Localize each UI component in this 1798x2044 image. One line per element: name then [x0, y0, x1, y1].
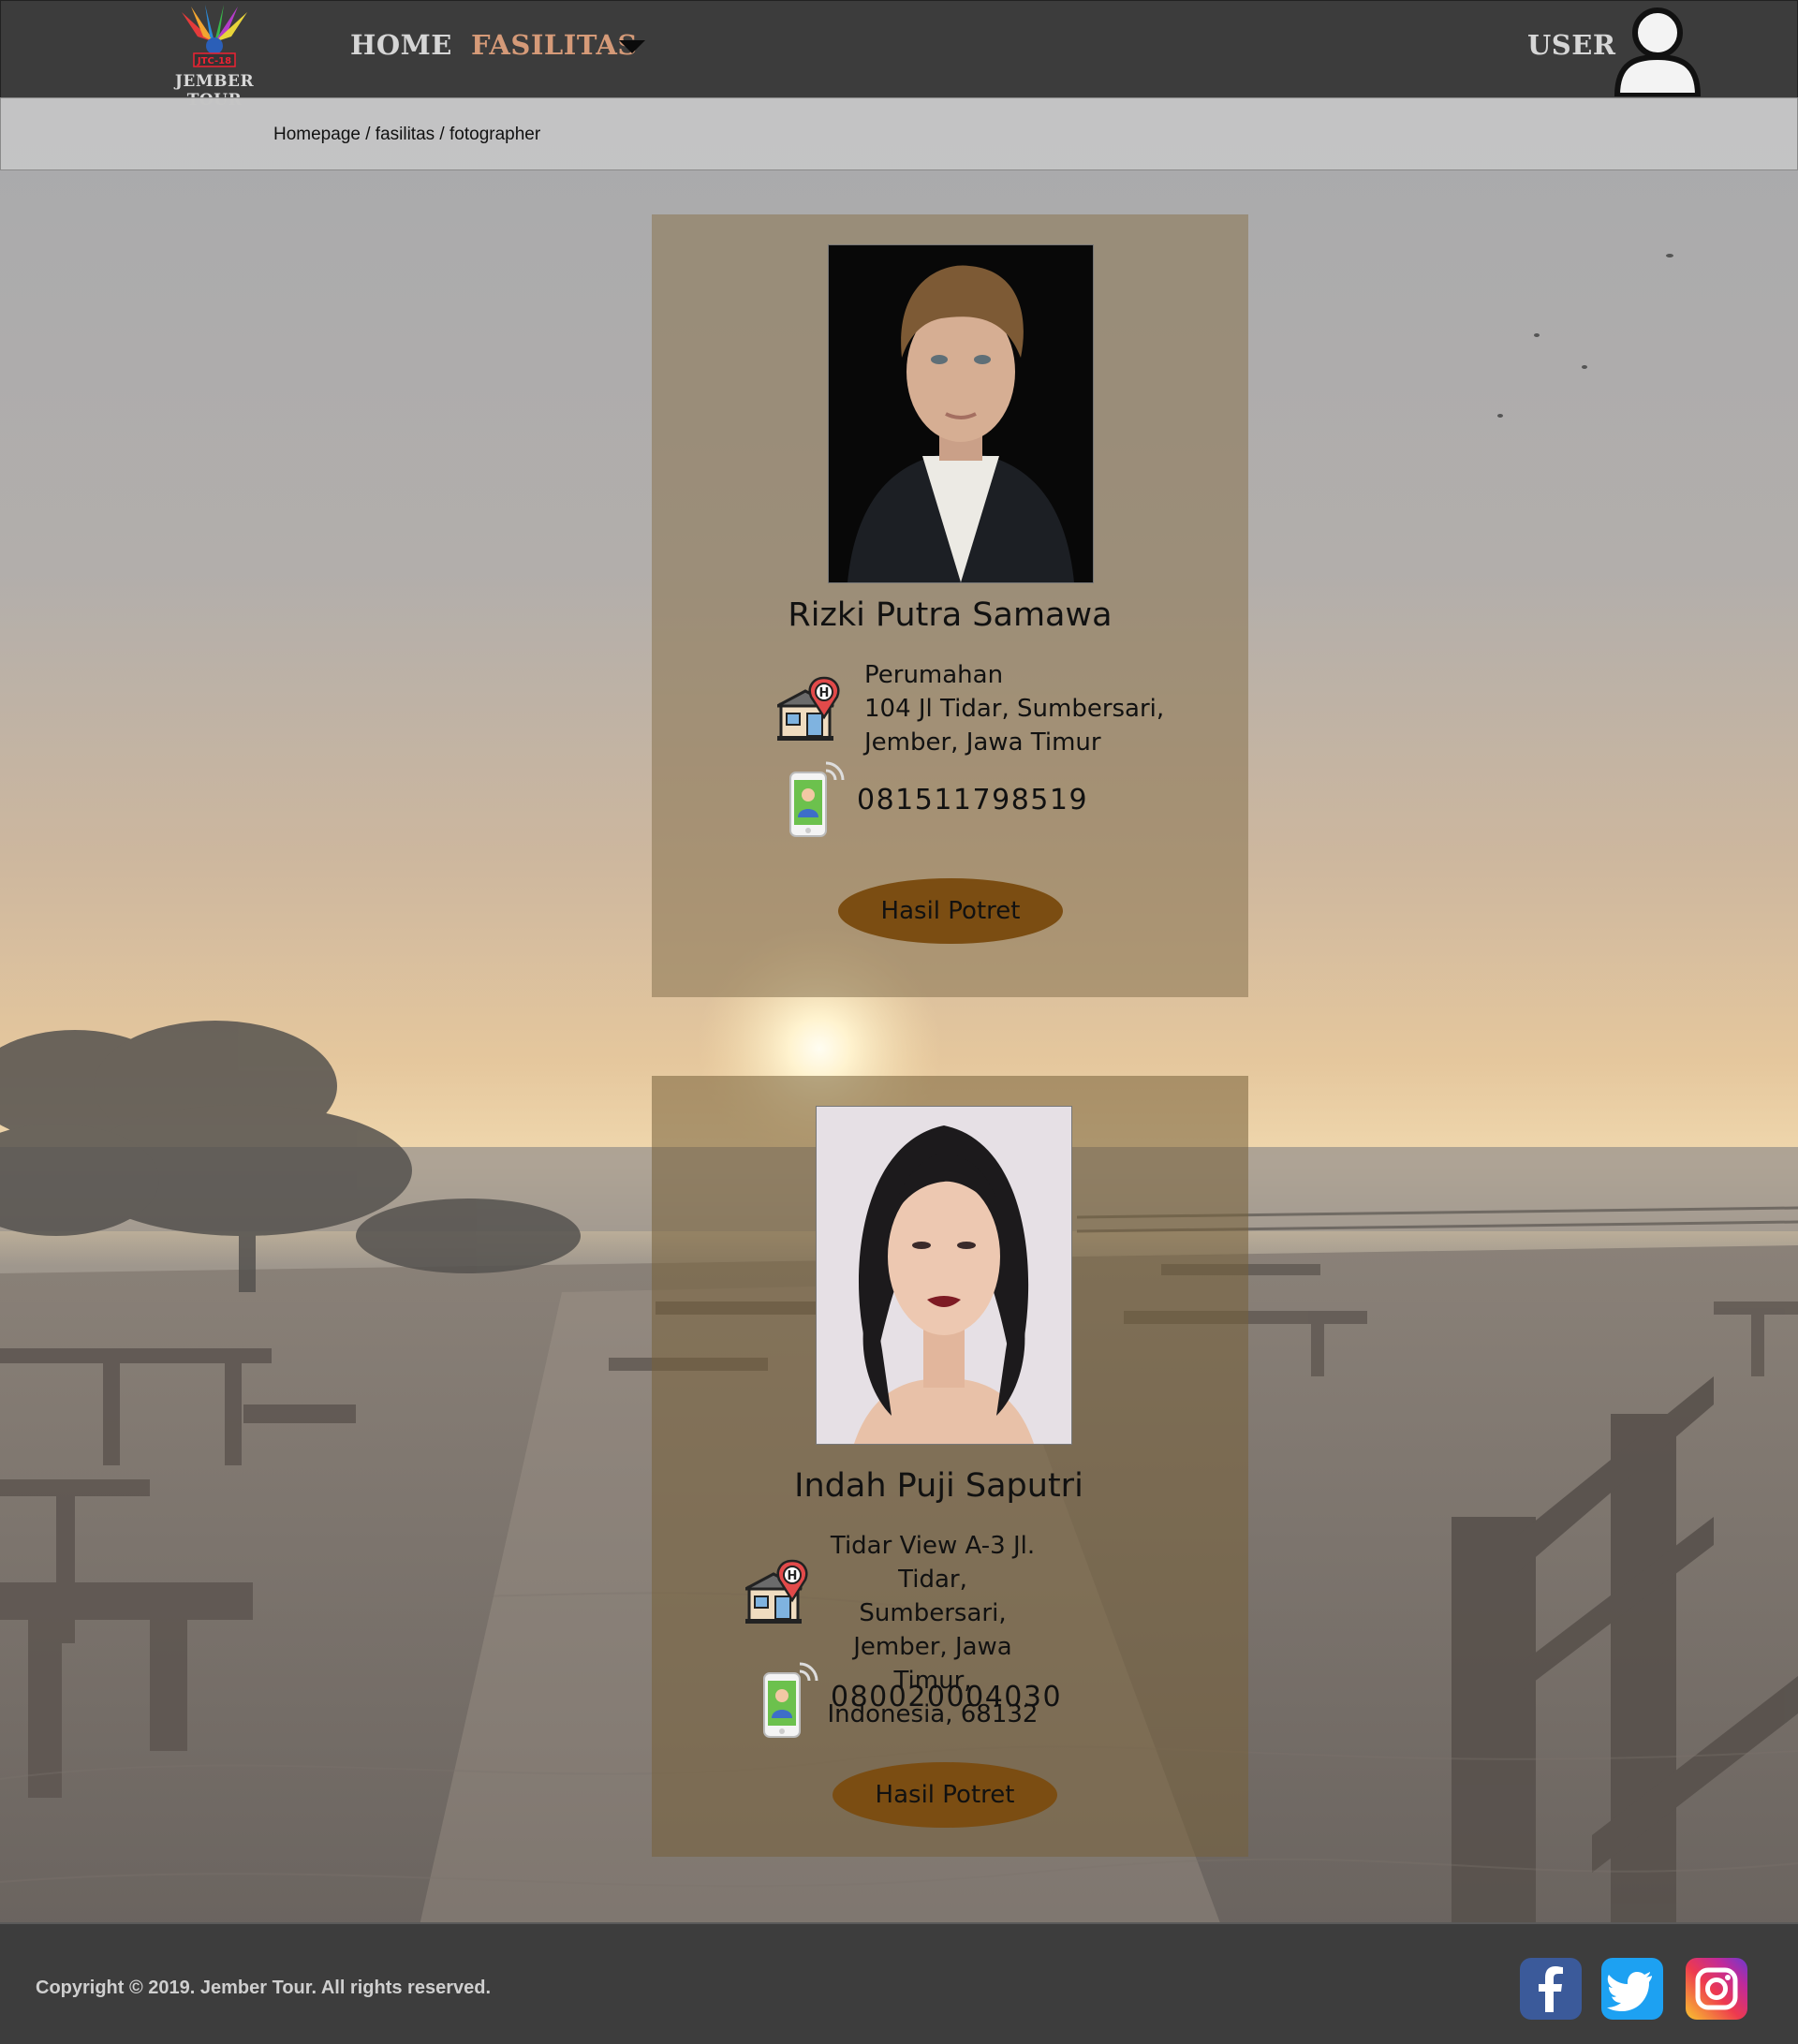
- top-navbar: JTC-18 JEMBER TOUR HOME FASILITAS USER: [0, 0, 1798, 110]
- photographer-phone: 080020004030: [831, 1681, 1063, 1713]
- hasil-potret-button[interactable]: Hasil Potret: [833, 1762, 1057, 1828]
- photographer-card: Indah Puji Saputri H Tidar View A-3 Jl. …: [652, 1076, 1248, 1857]
- caret-down-icon[interactable]: [619, 40, 645, 53]
- hotel-location-icon: H: [776, 676, 845, 746]
- address-line: 104 Jl Tidar, Sumbersari,: [864, 695, 1165, 723]
- svg-text:H: H: [819, 686, 830, 700]
- photographer-photo: [816, 1106, 1072, 1445]
- photographer-name: Rizki Putra Samawa: [788, 596, 1113, 634]
- photographer-address: Perumahan 104 Jl Tidar, Sumbersari, Jemb…: [864, 658, 1164, 759]
- breadcrumb-separator: /: [360, 125, 376, 144]
- breadcrumb-homepage[interactable]: Homepage: [273, 125, 361, 144]
- copyright-text: Copyright © 2019. Jember Tour. All right…: [36, 1978, 491, 1998]
- nav-fasilitas[interactable]: FASILITAS: [471, 29, 638, 61]
- photographer-card: Rizki Putra Samawa H Perumahan 104 Jl Ti…: [652, 214, 1248, 997]
- nav-user[interactable]: USER: [1527, 29, 1615, 61]
- phone-call-icon: [788, 757, 845, 843]
- breadcrumb-fasilitas[interactable]: fasilitas: [376, 125, 435, 144]
- breadcrumb-bar: Homepage / fasilitas / fotographer: [0, 97, 1798, 170]
- address-line: Tidar View A-3 Jl. Tidar,: [830, 1532, 1036, 1594]
- instagram-icon[interactable]: [1686, 1958, 1747, 2020]
- svg-text:H: H: [788, 1569, 798, 1583]
- breadcrumb: Homepage / fasilitas / fotographer: [273, 125, 540, 145]
- photographer-photo: [828, 244, 1094, 583]
- hotel-location-icon: H: [744, 1559, 813, 1629]
- phone-call-icon: [762, 1658, 818, 1743]
- facebook-icon[interactable]: [1520, 1958, 1582, 2020]
- address-line: Sumbersari,: [859, 1599, 1007, 1627]
- photographer-name: Indah Puji Saputri: [794, 1467, 1083, 1505]
- hasil-potret-button[interactable]: Hasil Potret: [838, 878, 1063, 944]
- breadcrumb-current: fotographer: [450, 125, 541, 144]
- twitter-icon[interactable]: [1601, 1958, 1663, 2020]
- photographer-phone: 081511798519: [857, 784, 1089, 816]
- phoenix-logo-icon: JTC-18: [182, 5, 247, 67]
- nav-home[interactable]: HOME: [350, 29, 452, 61]
- jember-tour-logo[interactable]: JTC-18 JEMBER TOUR: [149, 5, 280, 110]
- footer: Copyright © 2019. Jember Tour. All right…: [0, 1922, 1798, 2044]
- user-avatar-icon[interactable]: [1612, 5, 1703, 98]
- breadcrumb-separator: /: [435, 125, 450, 144]
- svg-text:JTC-18: JTC-18: [197, 56, 231, 66]
- address-line: Perumahan: [864, 661, 1004, 689]
- address-line: Jember, Jawa Timur: [864, 728, 1101, 757]
